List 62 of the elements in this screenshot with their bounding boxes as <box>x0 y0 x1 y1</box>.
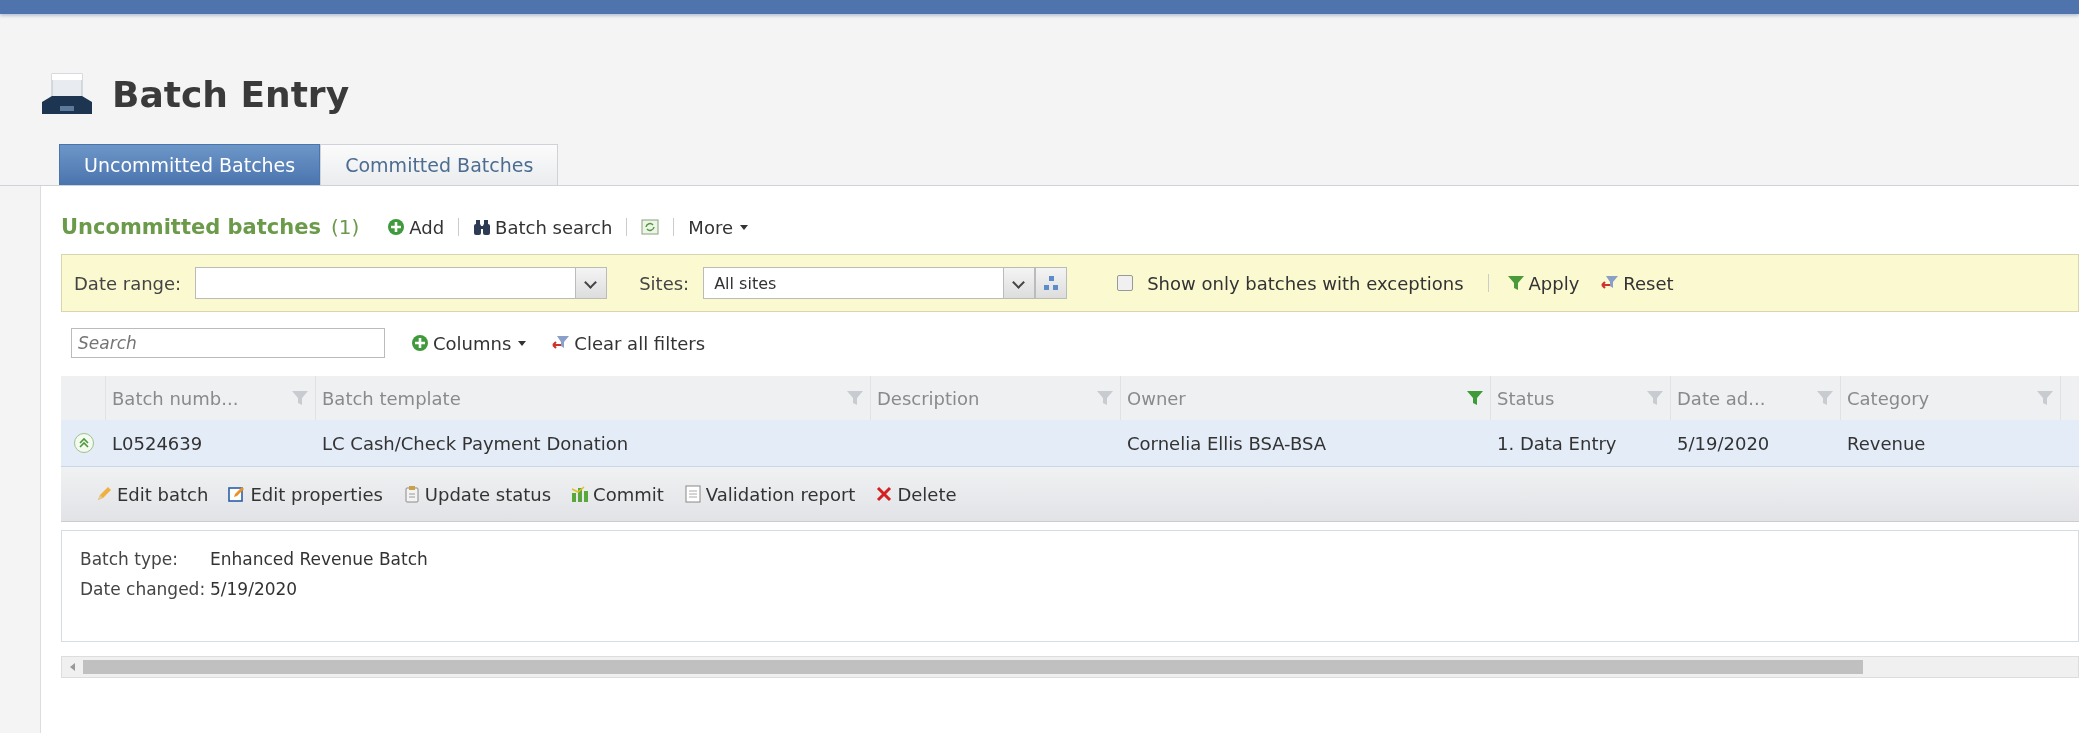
refresh-icon <box>641 218 660 236</box>
edit-button[interactable]: Edit batch <box>91 481 213 507</box>
column-title: Description <box>877 387 980 409</box>
detail-label: Batch type: <box>80 549 179 569</box>
detail-label: Date changed: <box>80 579 207 599</box>
scrollbar-thumb[interactable] <box>83 660 1863 674</box>
clear-filters-button[interactable]: Clear all filters <box>548 330 710 356</box>
sites-label: Sites: <box>639 272 690 294</box>
funnel-icon <box>1506 274 1525 292</box>
box-tray-icon <box>40 72 94 116</box>
search-field[interactable]: Search <box>71 328 385 358</box>
binoculars-icon <box>473 218 492 236</box>
sites-dropdown[interactable]: All sites <box>703 267 1036 299</box>
reset-button[interactable]: Reset <box>1597 270 1678 296</box>
bar-chart-icon <box>571 485 590 503</box>
more-menu-button[interactable]: More <box>684 214 752 240</box>
apply-button[interactable]: Apply <box>1502 270 1584 296</box>
date-range-label: Date range: <box>74 272 182 294</box>
table-cell: Revenue <box>1847 432 1926 454</box>
hierarchy-icon[interactable] <box>1035 267 1068 299</box>
checkbox[interactable] <box>1117 275 1134 291</box>
table-cell: LC Cash/Check Payment Donation <box>322 432 629 454</box>
detail-value: Enhanced Revenue Batch <box>210 549 428 569</box>
tab[interactable]: Uncommitted Batches <box>59 144 321 185</box>
tab[interactable]: Committed Batches <box>320 144 559 185</box>
caret-icon <box>518 340 527 346</box>
batch-search-button[interactable]: Batch search <box>469 214 617 240</box>
scroll-left-icon[interactable] <box>70 663 75 671</box>
collapse-icon[interactable] <box>73 433 94 453</box>
table-cell: 1. Data Entry <box>1497 432 1617 454</box>
hierarchy-drawing <box>1042 274 1061 292</box>
commit-button[interactable]: Commit <box>567 481 668 507</box>
delete-button[interactable]: Delete <box>871 481 961 507</box>
properties-button[interactable]: Edit properties <box>224 481 387 507</box>
report-button[interactable]: Validation report <box>679 481 860 507</box>
column-title: Batch numb... <box>112 387 239 409</box>
delete-x-icon <box>875 485 894 503</box>
column-title: Batch template <box>322 387 461 409</box>
section-title: Uncommitted batches <box>61 215 321 239</box>
table-cell: 5/19/2020 <box>1677 432 1770 454</box>
status-button[interactable]: Update status <box>398 481 556 507</box>
column-title: Status <box>1497 387 1555 409</box>
pencil-icon <box>95 485 113 503</box>
caret-icon <box>740 224 748 230</box>
clipboard-icon <box>402 485 421 503</box>
checkbox-label: Show only batches with exceptions <box>1147 272 1464 294</box>
columns-button[interactable]: Columns <box>407 330 531 356</box>
plus-circle-icon <box>411 334 429 352</box>
edit-document-icon <box>228 485 247 503</box>
horizontal-scrollbar[interactable] <box>61 656 2079 678</box>
document-icon <box>683 485 702 503</box>
detail-value: 5/19/2020 <box>210 579 298 599</box>
column-title: Date ad... <box>1677 387 1766 409</box>
record-count: (1) <box>330 215 360 239</box>
column-title: Category <box>1847 387 1930 409</box>
column-title: Owner <box>1127 387 1186 409</box>
add-button[interactable]: Add <box>383 214 449 240</box>
table-cell: L0524639 <box>112 432 203 454</box>
table-row[interactable]: L0524639 LC Cash/Check Payment Donation Cornelia Ellis BSA-BSA 1. Data Entry 5/19/2020 Revenue <box>61 420 2079 467</box>
page-title: Batch Entry <box>112 73 350 115</box>
plus-circle-icon <box>387 218 406 236</box>
table-cell: Cornelia Ellis BSA-BSA <box>1127 432 1327 454</box>
